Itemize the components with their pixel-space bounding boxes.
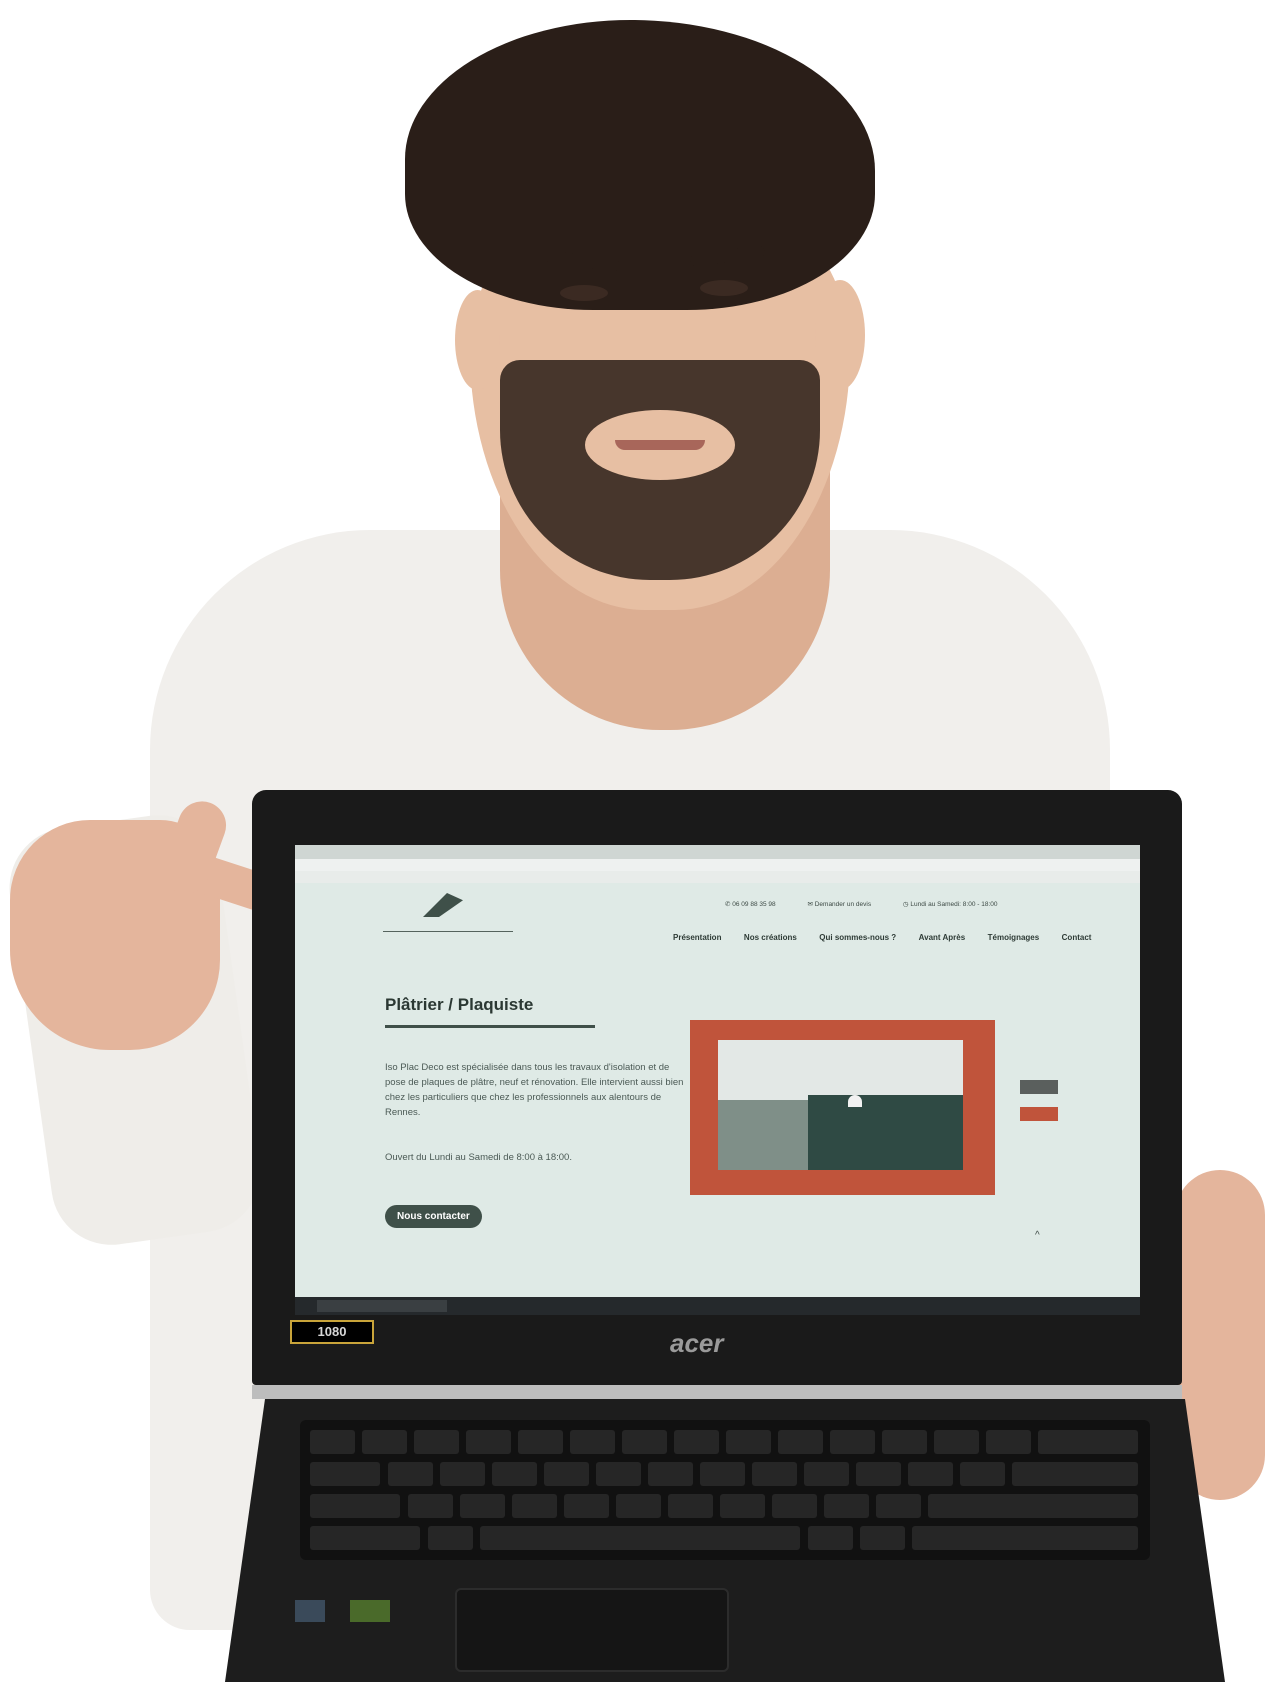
photo-ceiling bbox=[718, 1040, 963, 1100]
floating-phone-button[interactable] bbox=[1020, 1080, 1058, 1094]
nav-before-after[interactable]: Avant Après bbox=[919, 933, 966, 942]
site-logo[interactable] bbox=[383, 893, 513, 938]
photo-lamp-icon bbox=[848, 1095, 862, 1107]
nav-testimonials[interactable]: Témoignages bbox=[988, 933, 1040, 942]
hero-photo-frame bbox=[690, 1020, 995, 1195]
floating-mail-button[interactable] bbox=[1020, 1107, 1058, 1121]
laptop-hinge bbox=[252, 1385, 1182, 1399]
nav-about[interactable]: Qui sommes-nous ? bbox=[819, 933, 896, 942]
nvidia-sticker bbox=[350, 1600, 390, 1622]
header-contact-bar: ✆ 06 09 88 35 98 ✉ Demander un devis ◷ L… bbox=[725, 900, 1125, 912]
search-box[interactable] bbox=[317, 1300, 447, 1312]
touchpad[interactable] bbox=[455, 1588, 729, 1672]
opening-hours-paragraph: Ouvert du Lundi au Samedi de 8:00 à 18:0… bbox=[385, 1152, 572, 1163]
hd-sticker: 1080 bbox=[290, 1320, 374, 1344]
windows-taskbar bbox=[295, 1297, 1140, 1315]
scroll-top-icon[interactable]: ^ bbox=[1035, 1230, 1040, 1241]
browser-address-bar[interactable] bbox=[295, 859, 1140, 871]
bookmarks-bar bbox=[295, 871, 1140, 883]
nav-presentation[interactable]: Présentation bbox=[673, 933, 721, 942]
laptop: ✆ 06 09 88 35 98 ✉ Demander un devis ◷ L… bbox=[0, 0, 1280, 1682]
nav-creations[interactable]: Nos créations bbox=[744, 933, 797, 942]
intro-paragraph: Iso Plac Deco est spécialisée dans tous … bbox=[385, 1062, 684, 1118]
mail-icon: ✉ bbox=[807, 901, 815, 908]
keyboard[interactable] bbox=[300, 1420, 1150, 1560]
browser-tab-bar bbox=[295, 845, 1140, 859]
header-hours: Lundi au Samedi: 8:00 - 18:00 bbox=[910, 901, 998, 908]
photo-wall bbox=[808, 1095, 963, 1170]
site-nav: Présentation Nos créations Qui sommes-no… bbox=[655, 927, 1135, 942]
title-underline bbox=[385, 1025, 595, 1028]
contact-button[interactable]: Nous contacter bbox=[385, 1205, 482, 1228]
laptop-screen: ✆ 06 09 88 35 98 ✉ Demander un devis ◷ L… bbox=[295, 845, 1140, 1315]
hero-photo bbox=[718, 1040, 963, 1170]
header-quote-link[interactable]: Demander un devis bbox=[815, 901, 871, 908]
page-title: Plâtrier / Plaquiste bbox=[385, 995, 534, 1014]
nav-contact[interactable]: Contact bbox=[1062, 933, 1092, 942]
hd-sticker-text: 1080 bbox=[317, 1324, 347, 1339]
header-phone[interactable]: 06 09 88 35 98 bbox=[732, 901, 775, 908]
logo-slogan bbox=[383, 923, 513, 932]
intel-sticker bbox=[295, 1600, 325, 1622]
logo-trowel-icon bbox=[423, 893, 463, 917]
brand-logo: acer bbox=[670, 1328, 724, 1358]
